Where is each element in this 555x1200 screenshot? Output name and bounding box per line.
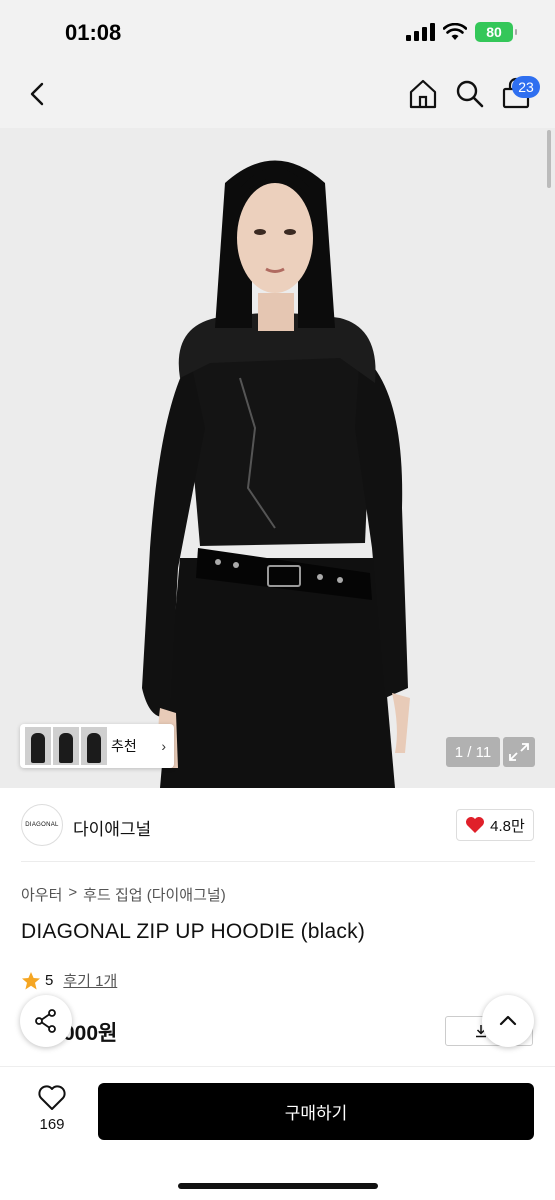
home-indicator: [178, 1183, 378, 1189]
scrollbar[interactable]: [547, 130, 551, 188]
buy-button[interactable]: 구매하기: [98, 1083, 534, 1140]
thumbnail: [81, 727, 107, 765]
brand-name[interactable]: 다이애그널: [73, 815, 151, 840]
breadcrumb-category[interactable]: 아우터: [21, 884, 62, 905]
heart-outline-icon: [38, 1085, 66, 1110]
battery-icon: 80: [475, 22, 517, 42]
status-indicators: 80: [406, 22, 517, 42]
recommend-button[interactable]: 추천 ›: [20, 724, 174, 768]
home-icon[interactable]: [405, 76, 441, 112]
brand-like-count: 4.8만: [490, 817, 525, 835]
recommend-label: 추천: [111, 738, 137, 754]
share-button[interactable]: [20, 995, 72, 1047]
status-bar: 01:08 80: [0, 0, 555, 62]
wishlist-count: 169: [39, 1116, 65, 1133]
scroll-to-top-button[interactable]: [482, 995, 534, 1047]
brand-like-button[interactable]: 4.8만: [456, 809, 534, 841]
thumbnail: [25, 727, 51, 765]
divider: [21, 861, 535, 862]
heart-filled-icon: [466, 817, 485, 833]
product-title: DIAGONAL ZIP UP HOODIE (black): [21, 920, 366, 943]
rating-score: 5: [45, 972, 54, 989]
cart-count-badge: 23: [512, 76, 540, 98]
battery-level: 80: [486, 24, 502, 40]
expand-image-button[interactable]: [503, 737, 535, 767]
status-time: 01:08: [65, 20, 122, 45]
model-photo: [0, 128, 555, 788]
review-link[interactable]: 후기 1개: [63, 970, 117, 991]
breadcrumb: 아우터 > 후드 집업 (다이애그널): [21, 884, 226, 905]
breadcrumb-subcategory[interactable]: 후드 집업 (다이애그널): [83, 884, 226, 905]
brand-logo-text: DIAGONAL: [25, 822, 59, 828]
expand-icon: [509, 743, 529, 761]
product-image[interactable]: [0, 128, 555, 788]
thumbnail: [53, 727, 79, 765]
rating-row: 5 후기 1개: [21, 970, 117, 991]
chevron-right-icon: ›: [161, 738, 166, 754]
search-icon[interactable]: [452, 76, 488, 112]
top-nav: [0, 62, 555, 128]
wishlist-button[interactable]: 169: [22, 1084, 82, 1140]
chevron-up-icon: [499, 1015, 517, 1026]
recommend-thumbnails: [25, 727, 107, 765]
share-icon: [35, 1009, 56, 1033]
cellular-signal-icon: [406, 23, 435, 41]
wifi-icon: [443, 23, 467, 40]
brand-logo[interactable]: DIAGONAL: [21, 804, 63, 846]
breadcrumb-separator: >: [68, 884, 78, 901]
image-page-counter: 1 / 11: [446, 737, 500, 767]
star-icon: [22, 971, 40, 989]
back-arrow-icon[interactable]: [20, 76, 56, 112]
